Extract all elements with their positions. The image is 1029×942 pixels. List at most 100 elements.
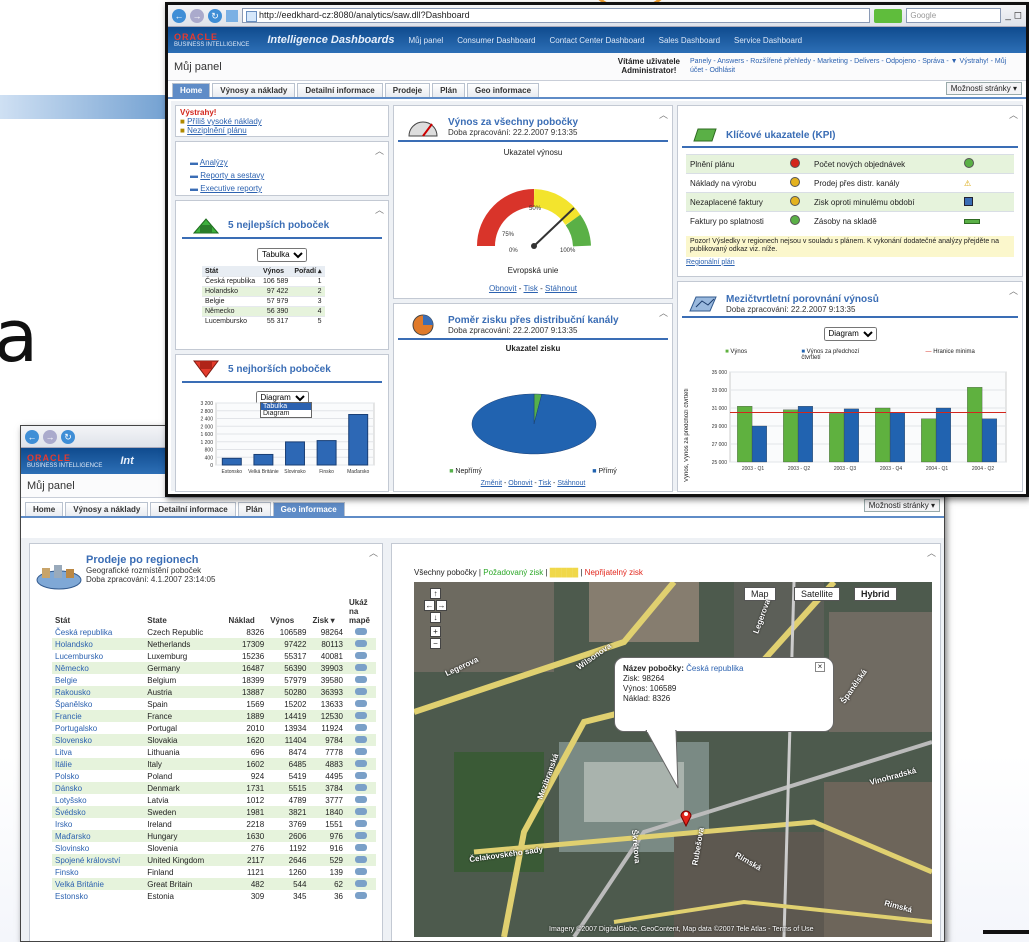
dash-link-contact[interactable]: Contact Center Dashboard	[549, 36, 644, 45]
pan-right-icon[interactable]: →	[436, 600, 447, 611]
col-state[interactable]: State	[144, 598, 225, 626]
tab-vynosy[interactable]: Výnosy a náklady	[65, 502, 149, 516]
filter-unprofitable[interactable]: Nepřijatelný zisk	[585, 568, 643, 577]
col-stat[interactable]: Stát	[202, 266, 260, 277]
refresh-link[interactable]: Obnovit	[489, 284, 517, 293]
show-on-map-icon[interactable]	[346, 710, 376, 723]
show-on-map-icon[interactable]	[346, 830, 376, 843]
show-on-map-icon[interactable]	[346, 746, 376, 759]
tab-geo[interactable]: Geo informace	[467, 83, 540, 97]
show-on-map-icon[interactable]	[346, 758, 376, 771]
print-link[interactable]: Tisk	[524, 284, 538, 293]
dropdown-option[interactable]: Tabulka	[261, 403, 311, 410]
show-on-map-icon[interactable]	[346, 782, 376, 795]
collapse-icon[interactable]: ︿	[369, 546, 378, 559]
tab-prodeje[interactable]: Prodeje	[384, 83, 431, 97]
forward-button[interactable]: →	[190, 8, 204, 23]
collapse-icon[interactable]: ︿	[375, 144, 384, 157]
dash-link-mypanel[interactable]: Můj panel	[409, 36, 444, 45]
show-on-map-icon[interactable]	[346, 794, 376, 807]
pan-left-icon[interactable]: ←	[424, 600, 435, 611]
location-pin-icon[interactable]	[679, 807, 693, 827]
change-link[interactable]: Změnit	[481, 480, 502, 487]
zoom-in-icon[interactable]: +	[430, 626, 441, 637]
tab-geo[interactable]: Geo informace	[272, 502, 345, 516]
pan-up-icon[interactable]: ↑	[430, 588, 441, 599]
dropdown-option[interactable]: Diagram	[261, 410, 311, 417]
alert-link[interactable]: Neziplnění plánu	[187, 126, 247, 135]
show-on-map-icon[interactable]	[346, 818, 376, 831]
collapse-icon[interactable]: ︿	[1009, 284, 1018, 297]
tab-detail[interactable]: Detailní informace	[297, 83, 383, 97]
dash-link-sales[interactable]: Sales Dashboard	[659, 36, 720, 45]
col-zisk[interactable]: Zisk ▾	[309, 598, 346, 626]
collapse-icon[interactable]: ︿	[1009, 108, 1018, 121]
show-on-map-icon[interactable]	[346, 806, 376, 819]
link-reporty[interactable]: Reporty a sestavy	[200, 171, 264, 180]
go-icon[interactable]	[874, 8, 903, 23]
filter-required[interactable]: Požadovaný zisk	[483, 568, 543, 577]
tab-home[interactable]: Home	[25, 502, 64, 516]
download-link[interactable]: Stáhnout	[557, 480, 585, 487]
show-on-map-icon[interactable]	[346, 686, 376, 699]
show-on-map-icon[interactable]	[346, 878, 376, 891]
show-on-map-icon[interactable]	[346, 626, 376, 639]
show-on-map-icon[interactable]	[346, 674, 376, 687]
qoq-view-select[interactable]: Diagram	[823, 326, 877, 341]
page-options-button[interactable]: Možnosti stránky ▾	[863, 499, 940, 512]
satellite-map[interactable]: Map Satellite Hybrid ↑ ← → ↓ + − Legerov…	[414, 582, 932, 937]
collapse-icon[interactable]: ︿	[659, 108, 668, 121]
show-on-map-icon[interactable]	[346, 866, 376, 879]
refresh-button[interactable]: ↻	[61, 429, 75, 444]
zoom-out-icon[interactable]: −	[430, 638, 441, 649]
tab-detail[interactable]: Detailní informace	[150, 502, 236, 516]
dash-link-service[interactable]: Service Dashboard	[734, 36, 802, 45]
back-button[interactable]: ←	[172, 8, 186, 23]
filter-all[interactable]: Všechny pobočky	[414, 568, 477, 577]
show-on-map-icon[interactable]	[346, 854, 376, 867]
show-on-map-icon[interactable]	[346, 890, 376, 903]
show-on-map-icon[interactable]	[346, 842, 376, 855]
col-naklad[interactable]: Náklad	[226, 598, 268, 626]
top5-view-select[interactable]: Tabulka	[257, 247, 307, 262]
col-vynos[interactable]: Výnos	[260, 266, 292, 277]
page-options-button[interactable]: Možnosti stránky ▾	[945, 82, 1022, 95]
back-button[interactable]: ←	[25, 429, 39, 444]
alert-link[interactable]: Příliš vysoké náklady	[187, 117, 262, 126]
collapse-icon[interactable]: ︿	[659, 306, 668, 319]
window-controls[interactable]: _ ◻	[1005, 10, 1022, 21]
map-type-map[interactable]: Map	[744, 587, 776, 601]
tab-plan[interactable]: Plán	[432, 83, 465, 97]
tab-plan[interactable]: Plán	[237, 502, 271, 516]
global-links[interactable]: Panely - Answers - Rozšířené přehledy - …	[690, 58, 1020, 75]
show-on-map-icon[interactable]	[346, 722, 376, 735]
show-on-map-icon[interactable]	[346, 698, 376, 711]
show-on-map-icon[interactable]	[346, 734, 376, 747]
download-link[interactable]: Stáhnout	[545, 284, 577, 293]
map-type-satellite[interactable]: Satellite	[794, 587, 841, 601]
forward-button[interactable]: →	[43, 429, 57, 444]
link-executive[interactable]: Executive reporty	[200, 184, 262, 193]
regional-plan-link[interactable]: Regionální plán	[686, 259, 735, 266]
show-on-map-icon[interactable]	[346, 650, 376, 663]
map-type-hybrid[interactable]: Hybrid	[854, 587, 897, 601]
col-poradi[interactable]: Pořadí ▴	[291, 266, 325, 277]
close-icon[interactable]: ×	[815, 662, 825, 672]
refresh-link[interactable]: Obnovit	[508, 480, 532, 487]
collapse-icon[interactable]: ︿	[375, 203, 384, 216]
collapse-icon[interactable]: ︿	[927, 546, 936, 559]
col-stat[interactable]: Stát	[52, 598, 144, 626]
print-link[interactable]: Tisk	[539, 480, 552, 487]
refresh-button[interactable]: ↻	[208, 8, 222, 23]
show-on-map-icon[interactable]	[346, 638, 376, 651]
search-input[interactable]: Google	[906, 8, 1002, 23]
show-on-map-icon[interactable]	[346, 770, 376, 783]
pan-down-icon[interactable]: ↓	[430, 612, 441, 623]
col-vynos[interactable]: Výnos	[267, 598, 309, 626]
home-icon[interactable]	[226, 9, 238, 22]
link-analyzy[interactable]: Analýzy	[200, 158, 228, 167]
address-bar[interactable]: http://eedkhard-cz:8080/analytics/saw.dl…	[242, 8, 871, 23]
dash-link-consumer[interactable]: Consumer Dashboard	[457, 36, 535, 45]
tab-home[interactable]: Home	[172, 83, 211, 97]
show-on-map-icon[interactable]	[346, 662, 376, 675]
